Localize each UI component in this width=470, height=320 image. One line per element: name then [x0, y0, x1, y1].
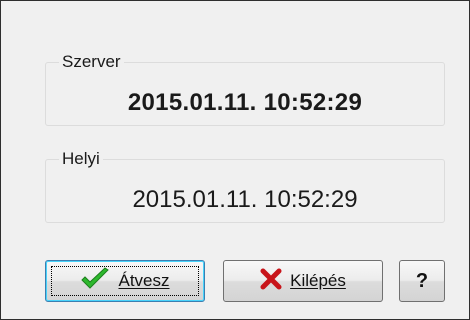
server-time-group: Szerver 2015.01.11. 10:52:29	[45, 52, 445, 126]
check-icon	[80, 266, 110, 296]
time-sync-dialog: Szerver 2015.01.11. 10:52:29 Helyi 2015.…	[0, 0, 470, 320]
local-time-legend: Helyi	[59, 149, 103, 169]
server-time-value: 2015.01.11. 10:52:29	[127, 89, 363, 116]
local-time-value: 2015.01.11. 10:52:29	[132, 186, 358, 213]
accept-button-label: Átvesz	[118, 271, 170, 290]
help-button-label: ?	[415, 269, 429, 292]
quit-button-label: Kilépés	[290, 271, 346, 290]
accept-button[interactable]: Átvesz	[45, 260, 205, 302]
x-icon	[260, 268, 282, 295]
local-time-group: Helyi 2015.01.11. 10:52:29	[45, 149, 445, 223]
server-time-legend: Szerver	[59, 52, 124, 72]
quit-button[interactable]: Kilépés	[223, 260, 383, 302]
help-button[interactable]: ?	[399, 260, 445, 302]
